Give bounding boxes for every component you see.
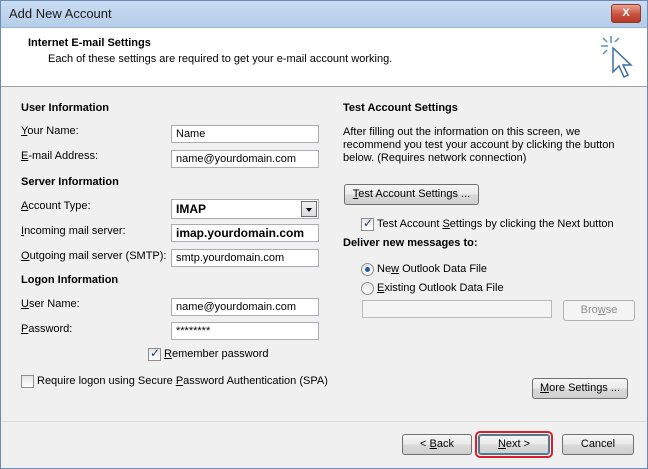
- account-type-label: Account Type:: [21, 200, 91, 212]
- logon-info-heading: Logon Information: [21, 274, 119, 286]
- next-button-highlight: [475, 431, 553, 458]
- existing-data-file-path: [362, 300, 552, 318]
- existing-data-file-label[interactable]: Existing Outlook Data File: [377, 282, 504, 294]
- close-button[interactable]: X: [611, 4, 641, 23]
- account-type-value: IMAP: [176, 202, 206, 216]
- header-title: Internet E-mail Settings: [28, 37, 151, 49]
- outgoing-server-input[interactable]: smtp.yourdomain.com: [171, 249, 319, 267]
- test-settings-description: After filling out the information on thi…: [343, 126, 615, 164]
- auto-test-label[interactable]: Test Account Settings by clicking the Ne…: [377, 218, 614, 230]
- test-account-settings-button[interactable]: Test Account Settings ...: [344, 184, 479, 205]
- email-address-input[interactable]: name@yourdomain.com: [171, 150, 319, 168]
- back-button[interactable]: < Back: [402, 434, 472, 455]
- user-name-input[interactable]: name@yourdomain.com: [171, 298, 319, 316]
- existing-data-file-radio[interactable]: [361, 282, 374, 295]
- chevron-down-icon[interactable]: [301, 201, 317, 217]
- test-settings-heading: Test Account Settings: [343, 102, 458, 114]
- your-name-input[interactable]: Name: [171, 125, 319, 143]
- new-data-file-label[interactable]: New Outlook Data File: [377, 263, 487, 275]
- user-name-label: User Name:: [21, 298, 80, 310]
- dialog-header: Internet E-mail Settings Each of these s…: [1, 28, 647, 87]
- header-subtitle: Each of these settings are required to g…: [48, 53, 393, 65]
- window-title: Add New Account: [9, 6, 112, 21]
- spa-checkbox[interactable]: [21, 375, 34, 388]
- browse-button: Browse: [563, 300, 635, 321]
- incoming-server-label: Incoming mail server:: [21, 225, 126, 237]
- mouse-pointer-icon: [601, 36, 633, 79]
- add-account-dialog: Add New Account X Internet E-mail Settin…: [0, 0, 648, 469]
- email-address-label: E-mail Address:: [21, 150, 99, 162]
- deliver-heading: Deliver new messages to:: [343, 237, 478, 249]
- password-input[interactable]: ********: [171, 322, 319, 340]
- server-info-heading: Server Information: [21, 176, 119, 188]
- account-type-select[interactable]: IMAP: [171, 199, 319, 219]
- auto-test-checkbox[interactable]: [361, 216, 374, 231]
- cancel-button[interactable]: Cancel: [562, 434, 634, 455]
- spa-label[interactable]: Require logon using Secure Password Auth…: [37, 375, 328, 387]
- password-label: Password:: [21, 323, 73, 335]
- footer-divider: [1, 421, 647, 422]
- your-name-label: Your Name:: [21, 125, 79, 137]
- new-data-file-radio[interactable]: [361, 263, 374, 276]
- title-bar[interactable]: Add New Account X: [1, 1, 647, 28]
- more-settings-button[interactable]: More Settings ...: [532, 378, 628, 399]
- incoming-server-input[interactable]: imap.yourdomain.com: [171, 224, 319, 242]
- remember-password-checkbox[interactable]: [148, 346, 161, 361]
- outgoing-server-label: Outgoing mail server (SMTP):: [21, 250, 167, 262]
- remember-password-label[interactable]: Remember password: [164, 348, 269, 360]
- user-info-heading: User Information: [21, 102, 110, 114]
